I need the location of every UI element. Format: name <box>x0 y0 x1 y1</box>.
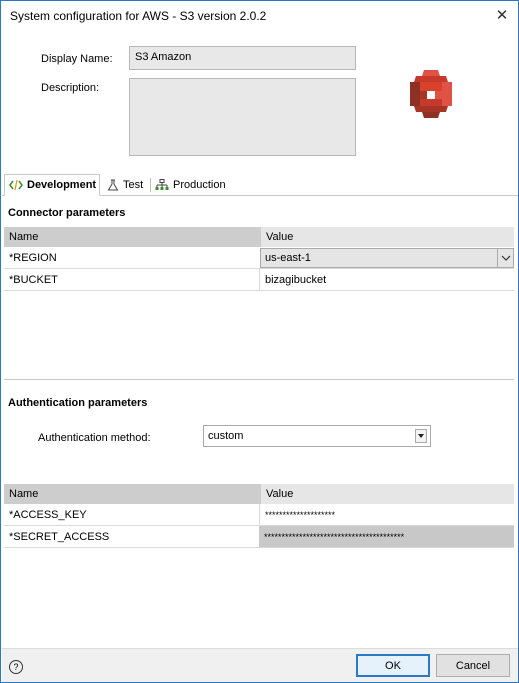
help-icon[interactable]: ? <box>9 660 23 674</box>
display-name-label: Display Name: <box>41 53 113 65</box>
code-icon <box>9 179 23 191</box>
column-name-header: Name <box>4 484 261 504</box>
description-field[interactable] <box>129 78 356 156</box>
flask-icon <box>107 179 119 191</box>
chevron-down-icon[interactable] <box>497 249 513 267</box>
auth-grid-header: Name Value <box>4 484 514 504</box>
tab-development-label: Development <box>27 179 97 191</box>
table-row: *REGION us-east-1 <box>4 247 514 269</box>
tab-test[interactable]: Test <box>103 174 149 196</box>
table-row: *SECRET_ACCESS *************************… <box>4 526 514 548</box>
title-bar: System configuration for AWS - S3 versio… <box>1 1 518 32</box>
aws-s3-logo-icon <box>406 68 456 127</box>
tab-development[interactable]: Development <box>4 174 100 196</box>
param-name: *BUCKET <box>9 273 58 286</box>
column-name-header: Name <box>4 227 261 247</box>
development-panel: Connector parameters Name Value *REGION … <box>4 196 516 646</box>
connector-grid-header: Name Value <box>4 227 514 247</box>
connector-parameters-title: Connector parameters <box>8 207 126 219</box>
config-dialog: System configuration for AWS - S3 versio… <box>0 0 519 683</box>
dialog-title: System configuration for AWS - S3 versio… <box>10 9 267 23</box>
column-value-header: Value <box>261 227 514 247</box>
tab-test-label: Test <box>123 179 144 191</box>
bucket-field[interactable]: bizagibucket <box>259 269 514 290</box>
chevron-down-icon[interactable] <box>415 429 427 443</box>
tab-production[interactable]: Production <box>151 174 231 196</box>
environment-tabs: Development Test Production <box>2 172 518 196</box>
network-icon <box>155 179 169 191</box>
region-value: us-east-1 <box>265 252 311 264</box>
dialog-footer: ? OK Cancel <box>2 648 518 682</box>
table-row: *BUCKET bizagibucket <box>4 269 514 291</box>
close-icon[interactable]: ✕ <box>491 5 513 27</box>
authentication-method-value: custom <box>208 430 244 442</box>
param-name: *ACCESS_KEY <box>9 508 87 521</box>
ok-button[interactable]: OK <box>356 654 430 677</box>
authentication-method-label: Authentication method: <box>38 432 151 444</box>
column-value-header: Value <box>261 484 514 504</box>
param-name: *REGION <box>9 251 57 264</box>
description-label: Description: <box>41 82 100 94</box>
authentication-parameters-title: Authentication parameters <box>8 397 148 409</box>
display-name-field[interactable]: S3 Amazon <box>129 46 356 70</box>
param-name: *SECRET_ACCESS <box>9 530 110 543</box>
tab-production-label: Production <box>173 179 226 191</box>
secret-access-field[interactable]: **************************************** <box>259 526 514 547</box>
display-name-value: S3 Amazon <box>135 51 192 63</box>
access-key-field[interactable]: ******************** <box>259 504 514 525</box>
table-row: *ACCESS_KEY ******************** <box>4 504 514 526</box>
cancel-button[interactable]: Cancel <box>436 654 510 677</box>
region-dropdown[interactable]: us-east-1 <box>260 248 514 268</box>
authentication-method-dropdown[interactable]: custom <box>203 425 431 447</box>
section-divider <box>4 379 514 380</box>
